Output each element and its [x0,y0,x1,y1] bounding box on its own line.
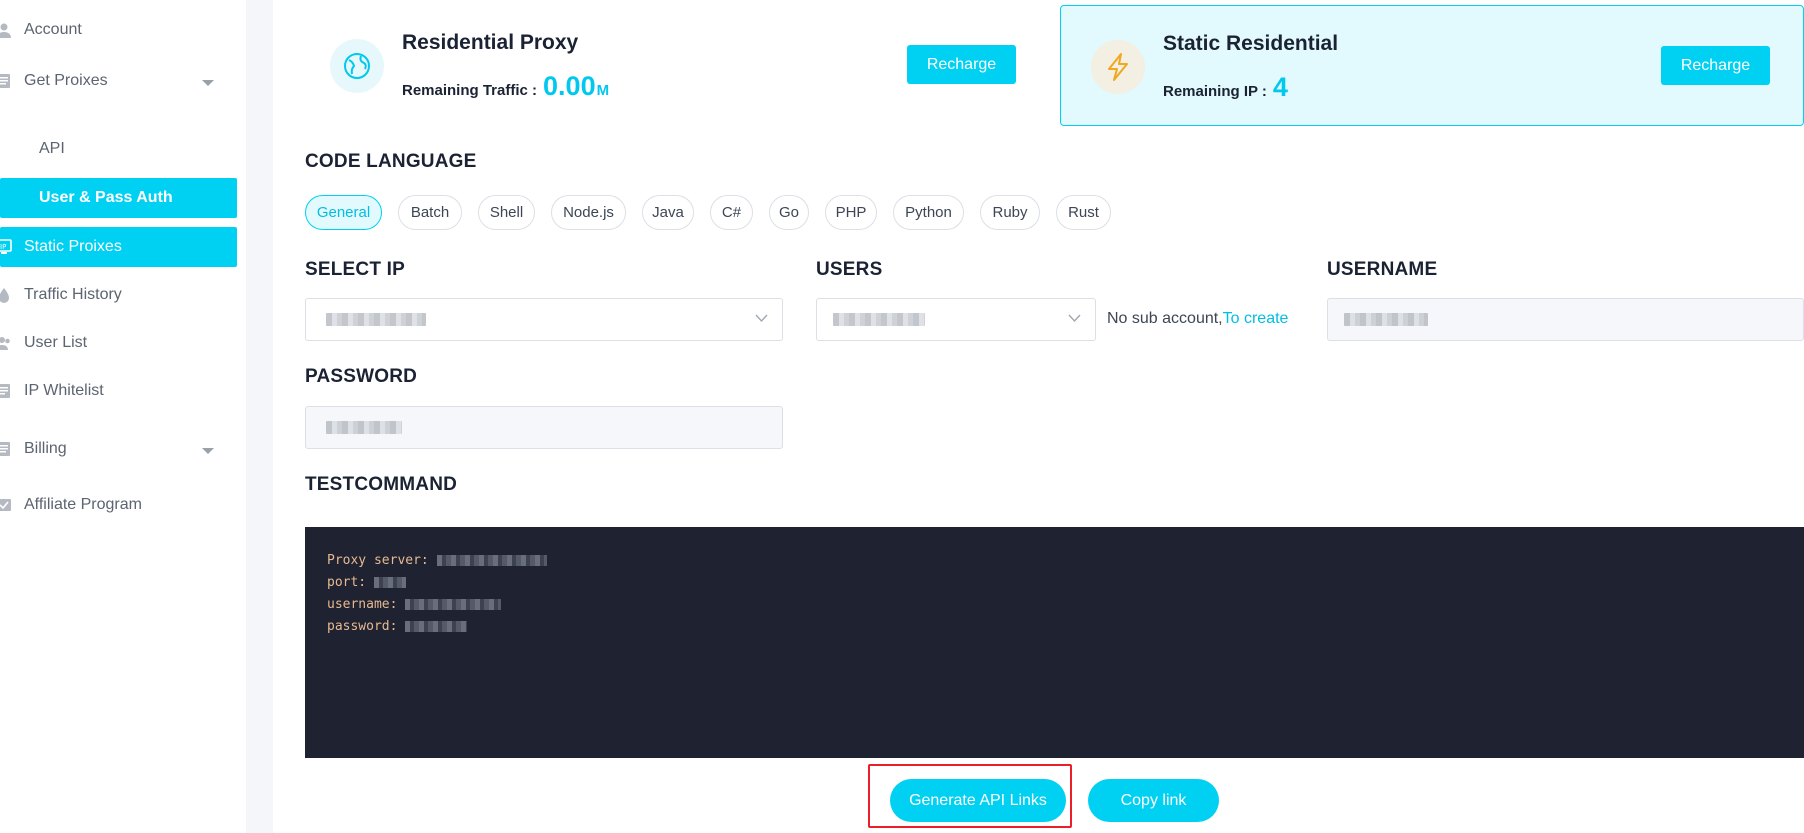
tab-rust[interactable]: Rust [1056,195,1111,230]
sidebar-item-label: Affiliate Program [24,496,142,513]
testcommand-label: TESTCOMMAND [305,474,458,495]
svg-text:IP: IP [0,243,6,251]
sidebar-item-label: Account [24,21,82,38]
sidebar-item-user-pass-auth[interactable]: User & Pass Auth [0,178,237,218]
list-icon [0,383,12,399]
globe-icon [330,39,384,93]
generate-api-links-button[interactable]: Generate API Links [890,779,1066,822]
sidebar-item-affiliate-program[interactable]: Affiliate Program [0,485,237,525]
remaining-label: Remaining IP : [1163,83,1267,100]
drop-icon [0,287,12,303]
tab-general[interactable]: General [305,195,382,230]
to-create-link[interactable]: To create [1223,310,1289,327]
ip-icon: IP [0,239,12,255]
lightning-icon [1091,40,1145,94]
terminal-line-port: port: [327,573,407,591]
redacted-value [405,598,502,610]
tab-nodejs[interactable]: Node.js [551,195,626,230]
redacted-value [436,554,547,566]
terminal-key: password: [327,618,398,634]
sidebar-item-label: Get Proixes [24,72,108,89]
sidebar-item-api[interactable]: API [0,129,237,169]
language-tabs: General Batch Shell Node.js Java C# Go P… [305,195,1127,230]
tab-php[interactable]: PHP [825,195,877,230]
chevron-down-icon[interactable] [201,443,215,454]
username-field[interactable] [1327,298,1804,341]
remaining-value: 4 [1272,72,1288,102]
terminal-key: port: [327,574,367,590]
sidebar-item-get-proxies[interactable]: Get Proixes [0,61,237,101]
terminal-line-username: username: [327,595,502,613]
redacted-value [326,313,426,326]
password-label: PASSWORD [305,366,418,387]
sidebar-item-account[interactable]: Account [0,10,237,50]
redacted-value [1344,313,1428,326]
share-icon [0,497,12,513]
sidebar-item-static-proxies[interactable]: IP Static Proixes [0,227,237,267]
sidebar-item-label: API [39,140,65,157]
sidebar-item-user-list[interactable]: User List [0,323,237,363]
static-residential-card: Static Residential Remaining IP : 4 Rech… [1060,5,1804,126]
copy-link-button[interactable]: Copy link [1088,779,1219,822]
terminal-line-password: password: [327,617,468,635]
sidebar-item-label: User List [24,334,88,351]
recharge-button[interactable]: Recharge [1661,46,1770,85]
tab-java[interactable]: Java [642,195,694,230]
select-ip-label: SELECT IP [305,259,405,280]
tab-go[interactable]: Go [769,195,809,230]
redacted-value [405,620,468,632]
testcommand-terminal[interactable]: Proxy server: port: username: password: [305,527,1804,758]
sidebar-item-label: Static Proixes [24,238,122,255]
username-label: USERNAME [1327,259,1438,280]
sidebar-item-label: Traffic History [24,286,122,303]
code-language-label: CODE LANGUAGE [305,151,477,172]
terminal-key: username: [327,596,398,612]
remaining-traffic: Remaining Traffic : 0.00 M [402,71,609,102]
tab-python[interactable]: Python [893,195,964,230]
tab-csharp[interactable]: C# [710,195,753,230]
chevron-down-icon[interactable] [201,75,215,86]
card-title: Residential Proxy [402,31,579,54]
users-dropdown[interactable] [816,298,1096,341]
chevron-down-icon [755,314,768,323]
remaining-label: Remaining Traffic : [402,82,538,99]
sidebar: Account Get Proixes API User & Pass Auth… [0,0,246,833]
tab-batch[interactable]: Batch [398,195,462,230]
select-ip-dropdown[interactable] [305,298,783,341]
remaining-ip: Remaining IP : 4 [1163,72,1288,103]
users-label: USERS [816,259,883,280]
document-icon [0,73,12,89]
sidebar-item-traffic-history[interactable]: Traffic History [0,275,237,315]
sidebar-item-label: User & Pass Auth [39,189,173,206]
card-title: Static Residential [1163,32,1339,55]
no-sub-account-text: No sub account, [1107,310,1223,327]
terminal-key: Proxy server: [327,552,429,568]
sidebar-item-ip-whitelist[interactable]: IP Whitelist [0,371,237,411]
tab-ruby[interactable]: Ruby [980,195,1040,230]
sidebar-item-label: Billing [24,440,67,457]
users-icon [0,335,12,351]
user-icon [0,22,12,38]
terminal-line-proxy-server: Proxy server: [327,551,547,569]
remaining-unit: M [596,82,610,99]
password-field[interactable] [305,406,783,449]
redacted-value [374,576,407,588]
residential-proxy-card: Residential Proxy Remaining Traffic : 0.… [300,5,1040,126]
content-gutter [246,0,273,833]
redacted-value [833,313,925,326]
no-sub-account-hint: No sub account,To create [1107,310,1288,328]
tab-shell[interactable]: Shell [478,195,535,230]
recharge-button[interactable]: Recharge [907,45,1016,84]
document-icon [0,441,12,457]
remaining-value: 0.00 [543,71,596,101]
chevron-down-icon [1068,314,1081,323]
sidebar-item-billing[interactable]: Billing [0,429,237,469]
redacted-value [326,421,402,434]
sidebar-item-label: IP Whitelist [24,382,104,399]
